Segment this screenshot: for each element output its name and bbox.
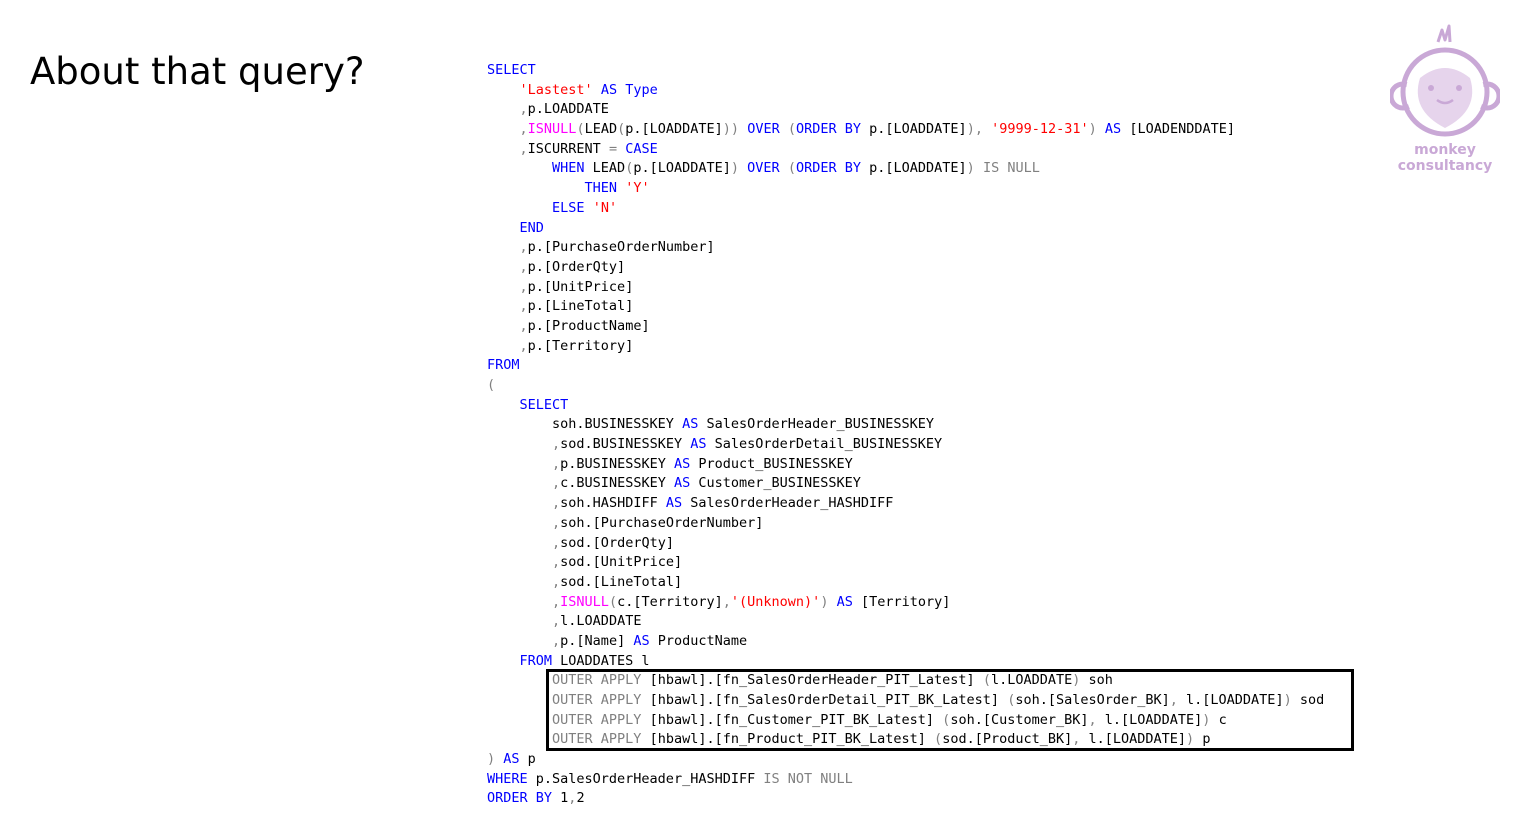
code-line: ,sod.BUSINESSKEY AS SalesOrderDetail_BUS… [552,436,943,453]
code-line: ( [487,377,496,393]
code-line: ,p.[ProductName] [519,317,650,334]
code-line: ,p.[UnitPrice] [519,278,634,295]
code-line: SELECT [487,62,536,78]
slide-title: About that query? [30,50,365,93]
code-line: ,sod.[UnitPrice] [552,554,683,571]
code-line: ,p.[PurchaseOrderNumber] [519,239,715,256]
code-line: 'Lastest' AS Type [519,81,658,98]
code-line: ,p.[LineTotal] [519,298,634,315]
logo-text: monkey consultancy [1390,142,1500,174]
code-line: WHERE p.SalesOrderHeader_HASHDIFF IS NOT… [487,770,853,787]
outer-apply-highlight-box [546,669,1354,751]
code-line: WHEN LEAD(p.[LOADDATE]) OVER (ORDER BY p… [552,160,1040,177]
code-line: SELECT [519,396,569,413]
code-line: ORDER BY 1,2 [487,790,585,807]
code-line: ) AS p [487,751,536,768]
code-line: ,p.LOADDATE [519,101,609,118]
code-line: ,ISNULL(c.[Territory],'(Unknown)') AS [T… [552,593,951,610]
code-line: THEN 'Y' [584,180,650,197]
code-line: ,sod.[OrderQty] [552,534,674,551]
code-line: ,p.[Name] AS ProductName [552,632,748,649]
code-line: ,p.[Territory] [519,337,634,354]
code-line: soh.BUSINESSKEY AS SalesOrderHeader_BUSI… [487,416,935,433]
logo-text-line2: consultancy [1397,158,1493,174]
code-line: ,p.BUSINESSKEY AS Product_BUSINESSKEY [552,455,853,472]
logo-text-line1: monkey [1414,142,1476,158]
code-line: ,soh.HASHDIFF AS SalesOrderHeader_HASHDI… [552,495,894,512]
code-line: ,l.LOADDATE [552,613,642,630]
code-line: ,soh.[PurchaseOrderNumber] [552,514,764,531]
code-line: END [519,219,544,236]
code-line: FROM [487,357,520,374]
code-line: ,p.[OrderQty] [519,258,626,275]
code-line: ,sod.[LineTotal] [552,573,683,590]
code-line: ELSE 'N' [552,199,618,216]
code-line: ,c.BUSINESSKEY AS Customer_BUSINESSKEY [552,475,861,492]
code-line: ,ISNULL(LEAD(p.[LOADDATE])) OVER (ORDER … [519,121,1235,138]
code-line: ,ISCURRENT = CASE [519,140,658,157]
